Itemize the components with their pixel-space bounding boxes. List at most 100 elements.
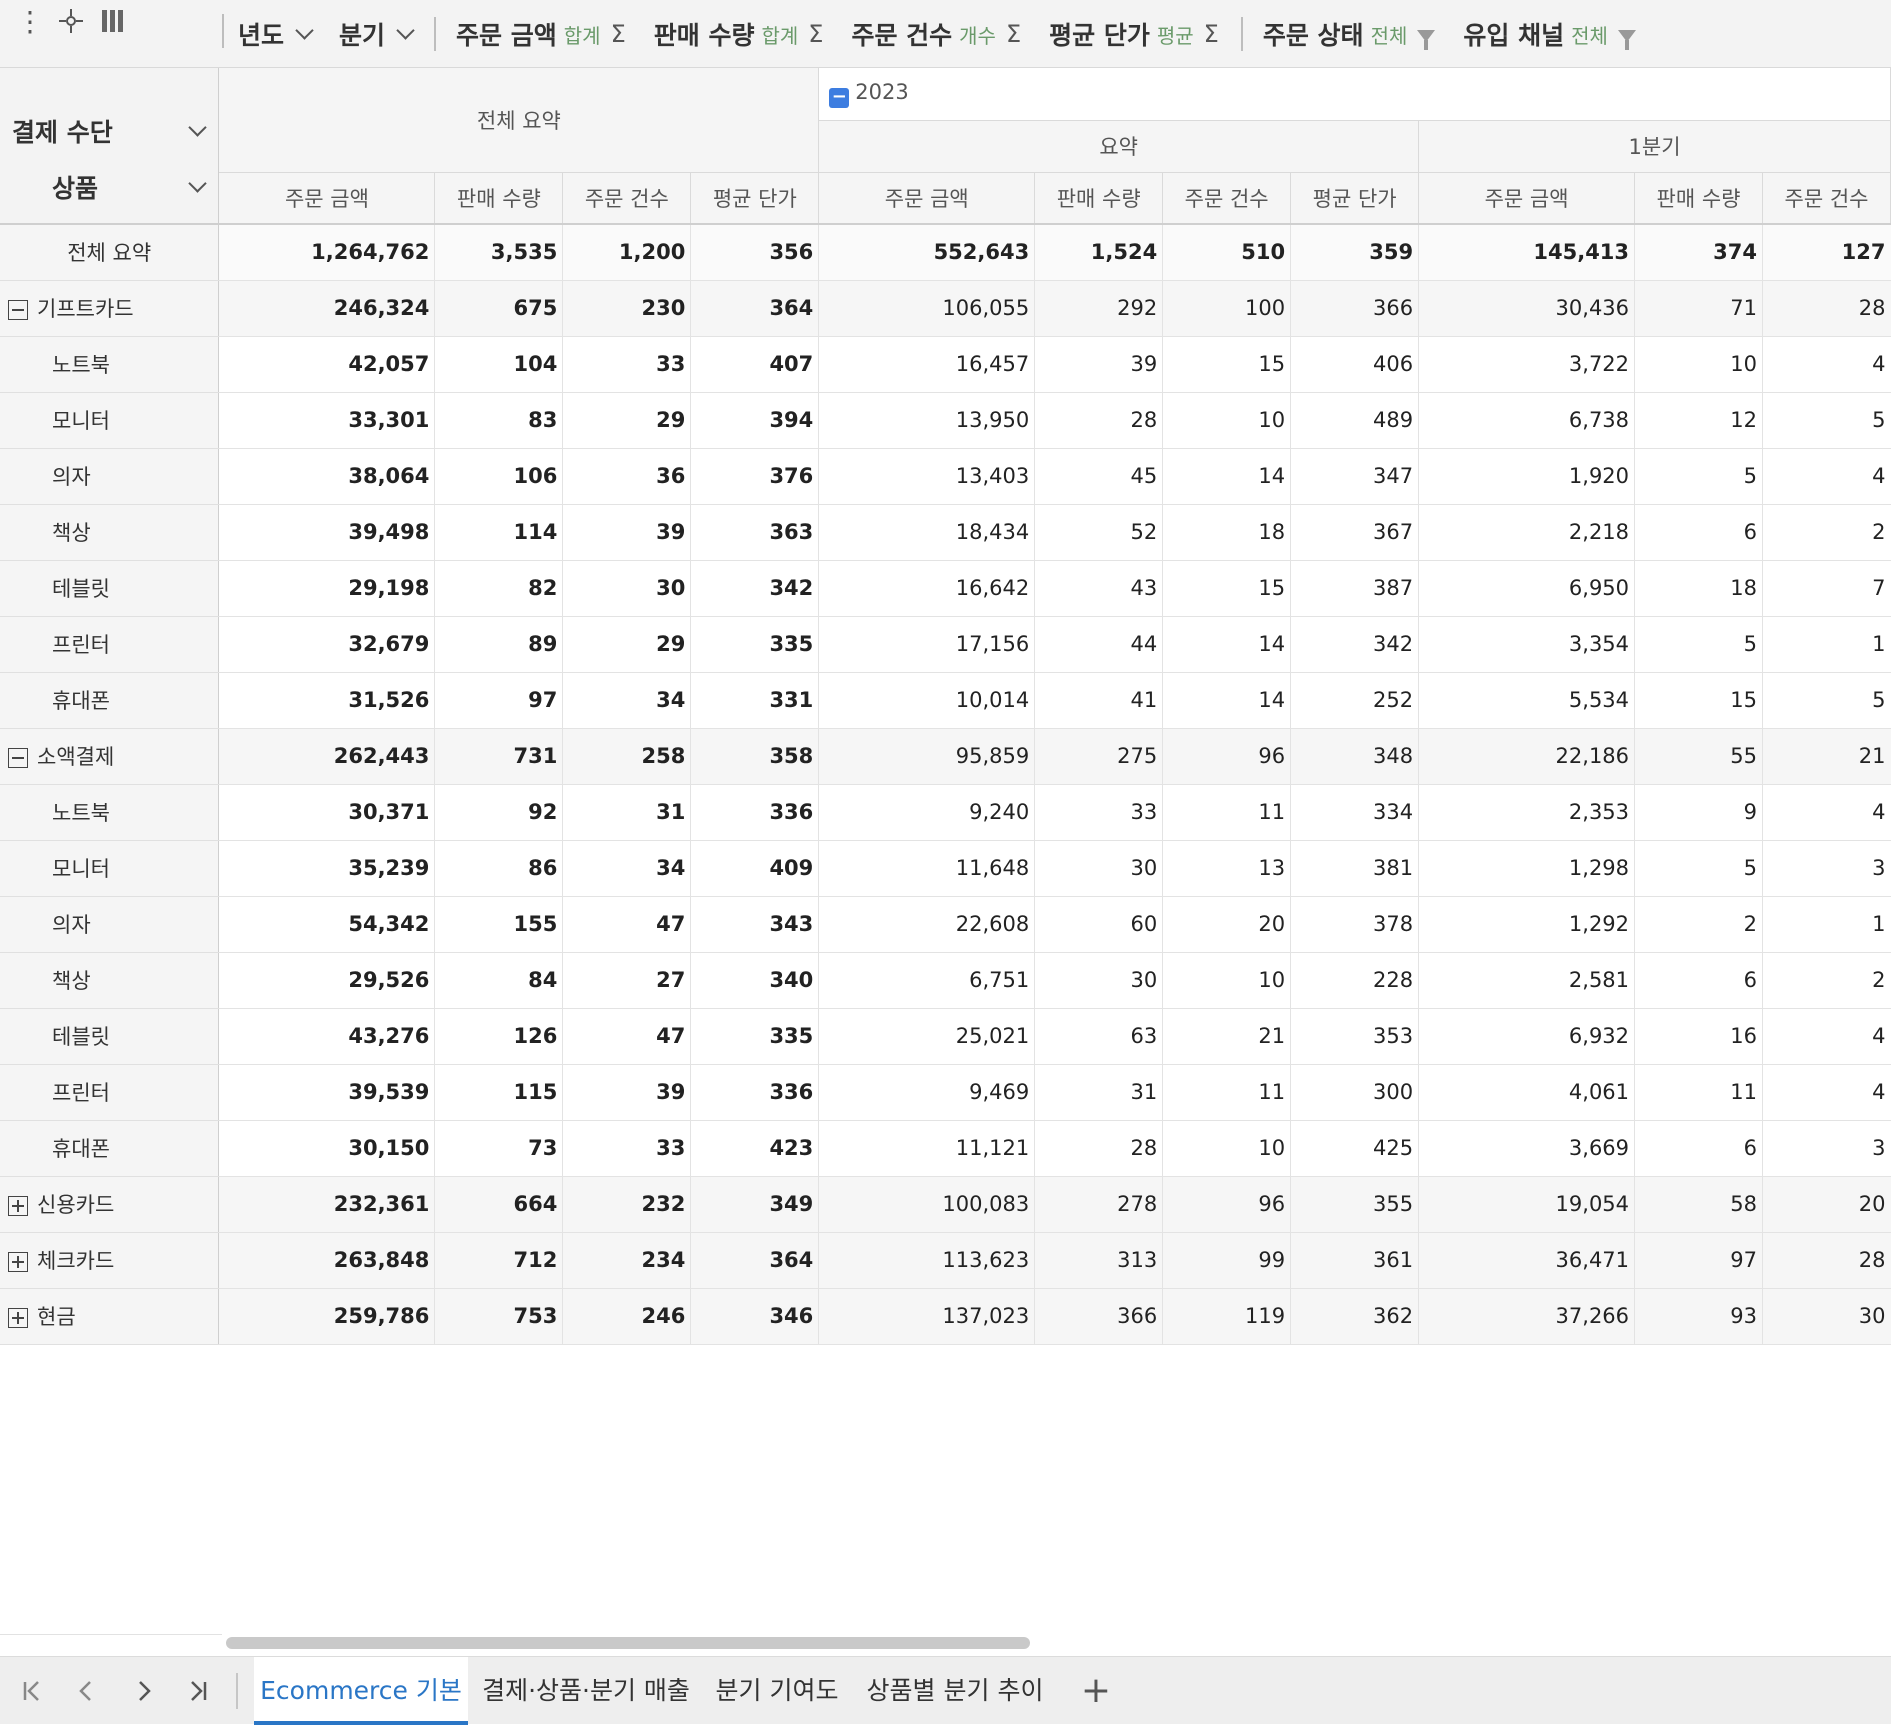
- data-cell: 9: [1634, 784, 1763, 841]
- data-cell: 29,198: [218, 560, 436, 617]
- data-cell: 6,932: [1418, 1008, 1636, 1065]
- data-cell: 15: [1162, 336, 1292, 393]
- data-cell: 97: [434, 672, 564, 729]
- first-sheet-icon[interactable]: [14, 1673, 50, 1709]
- row-label: 책상: [52, 969, 91, 993]
- tab-quarter-contribution[interactable]: 분기 기여도: [706, 1657, 848, 1725]
- expand-icon[interactable]: [8, 1308, 28, 1328]
- field-label: 주문 금액: [456, 21, 557, 50]
- data-cell: 33: [1034, 784, 1164, 841]
- sigma-icon[interactable]: Σ: [1204, 20, 1219, 48]
- column-field-chip[interactable]: 년도: [238, 16, 314, 52]
- toolbar-divider: [222, 14, 224, 48]
- data-cell: 137,023: [818, 1288, 1036, 1345]
- collapse-icon[interactable]: [8, 748, 28, 768]
- row-field-payment-method[interactable]: 결제 수단: [0, 103, 218, 159]
- group-row: 현금 259,786 753 246 346 137,023 366 119 362 37,266…: [0, 1288, 1891, 1345]
- data-cell: 39: [562, 1064, 692, 1121]
- row-label: 책상: [52, 521, 91, 545]
- data-cell: 115: [434, 1064, 564, 1121]
- more-vertical-icon[interactable]: ⋮: [16, 8, 44, 36]
- data-cell: 17,156: [818, 616, 1036, 673]
- row-header: 책상: [0, 504, 220, 561]
- group-row: 기프트카드 246,324 675 230 364 106,055 292 100 366 30,…: [0, 280, 1891, 337]
- data-cell: 96: [1162, 728, 1292, 785]
- row-header[interactable]: 현금: [0, 1288, 220, 1345]
- data-cell: 22,186: [1418, 728, 1636, 785]
- last-sheet-icon[interactable]: [180, 1673, 216, 1709]
- field-label: 평균 단가: [1049, 21, 1150, 50]
- tab-product-quarter-trend[interactable]: 상품별 분기 추이: [858, 1657, 1052, 1725]
- pivot-grid: 결제 수단 상품 전체 요약 −2023 요약 1분기 주문 금액 판매 수량 주문…: [0, 68, 1891, 1345]
- data-cell: 13: [1162, 840, 1292, 897]
- data-cell: 6: [1634, 504, 1763, 561]
- next-sheet-icon[interactable]: [126, 1673, 162, 1709]
- aggregation-label: 개수: [959, 23, 996, 48]
- sigma-icon[interactable]: Σ: [1006, 20, 1021, 48]
- data-cell: 36,471: [1418, 1232, 1636, 1289]
- data-cell: 12: [1634, 392, 1763, 449]
- value-field-chip[interactable]: 주문 금액 합계 Σ: [456, 16, 626, 52]
- data-cell: 232,361: [218, 1176, 436, 1233]
- data-cell: 246,324: [218, 280, 436, 337]
- collapse-icon[interactable]: [8, 300, 28, 320]
- column-field-chip[interactable]: 분기: [339, 16, 415, 52]
- data-cell: 21: [1162, 1008, 1292, 1065]
- data-cell: 28: [1034, 392, 1164, 449]
- data-cell: 4: [1762, 448, 1891, 505]
- data-cell: 4: [1762, 784, 1891, 841]
- collapse-year-icon[interactable]: −: [829, 87, 850, 108]
- data-cell: 89: [434, 616, 564, 673]
- col-header-year[interactable]: −2023: [818, 68, 1891, 121]
- add-sheet-icon[interactable]: +: [1076, 1671, 1116, 1711]
- value-field-chip[interactable]: 판매 수량 합계 Σ: [654, 16, 824, 52]
- data-cell: 423: [690, 1120, 820, 1177]
- data-cell: 43,276: [218, 1008, 436, 1065]
- tab-ecommerce-basic[interactable]: Ecommerce 기본: [254, 1657, 468, 1725]
- row-label: 휴대폰: [52, 689, 110, 713]
- data-cell: 55: [1634, 728, 1763, 785]
- data-cell: 18,434: [818, 504, 1036, 561]
- value-field-chip[interactable]: 평균 단가 평균 Σ: [1049, 16, 1219, 52]
- expand-icon[interactable]: [8, 1252, 28, 1272]
- filter-field-chip[interactable]: 주문 상태 전체: [1263, 16, 1436, 52]
- value-field-chip[interactable]: 주문 건수 개수 Σ: [851, 16, 1021, 52]
- filter-field-chip[interactable]: 유입 채널 전체: [1463, 16, 1636, 52]
- data-cell: 675: [434, 280, 564, 337]
- columns-icon[interactable]: [100, 8, 126, 39]
- row-header[interactable]: 체크카드: [0, 1232, 220, 1289]
- data-cell: 3,722: [1418, 336, 1636, 393]
- row-field-product[interactable]: 상품: [0, 159, 218, 215]
- aggregation-label: 합계: [563, 23, 601, 48]
- filter-icon[interactable]: [1617, 30, 1636, 50]
- filter-icon[interactable]: [1417, 30, 1436, 50]
- data-cell: 32,679: [218, 616, 436, 673]
- field-label: 유입 채널: [1463, 21, 1565, 50]
- data-cell: 3,354: [1418, 616, 1636, 673]
- row-header[interactable]: 기프트카드: [0, 280, 220, 337]
- row-label: 의자: [52, 913, 91, 937]
- data-cell: 33: [562, 1120, 692, 1177]
- data-cell: 30: [562, 560, 692, 617]
- data-cell: 228: [1290, 952, 1420, 1009]
- data-cell: 358: [690, 728, 820, 785]
- row-header[interactable]: 소액결제: [0, 728, 220, 785]
- data-cell: 387: [1290, 560, 1420, 617]
- row-header: 모니터: [0, 392, 220, 449]
- crosshair-icon[interactable]: [56, 6, 86, 41]
- data-cell: 359: [1290, 224, 1420, 281]
- row-header[interactable]: 신용카드: [0, 1176, 220, 1233]
- data-cell: 13,950: [818, 392, 1036, 449]
- horizontal-scrollbar[interactable]: [226, 1637, 1030, 1649]
- data-cell: 21: [1762, 728, 1891, 785]
- data-cell: 1,292: [1418, 896, 1636, 953]
- col-header-grand-total: 전체 요약: [218, 68, 820, 173]
- data-cell: 114: [434, 504, 564, 561]
- data-cell: 394: [690, 392, 820, 449]
- tab-payment-product-quarter-sales[interactable]: 결제·상품·분기 매출: [472, 1657, 700, 1725]
- sigma-icon[interactable]: Σ: [808, 20, 823, 48]
- expand-icon[interactable]: [8, 1196, 28, 1216]
- prev-sheet-icon[interactable]: [68, 1673, 104, 1709]
- sigma-icon[interactable]: Σ: [611, 20, 626, 48]
- row-label: 소액결제: [37, 745, 115, 769]
